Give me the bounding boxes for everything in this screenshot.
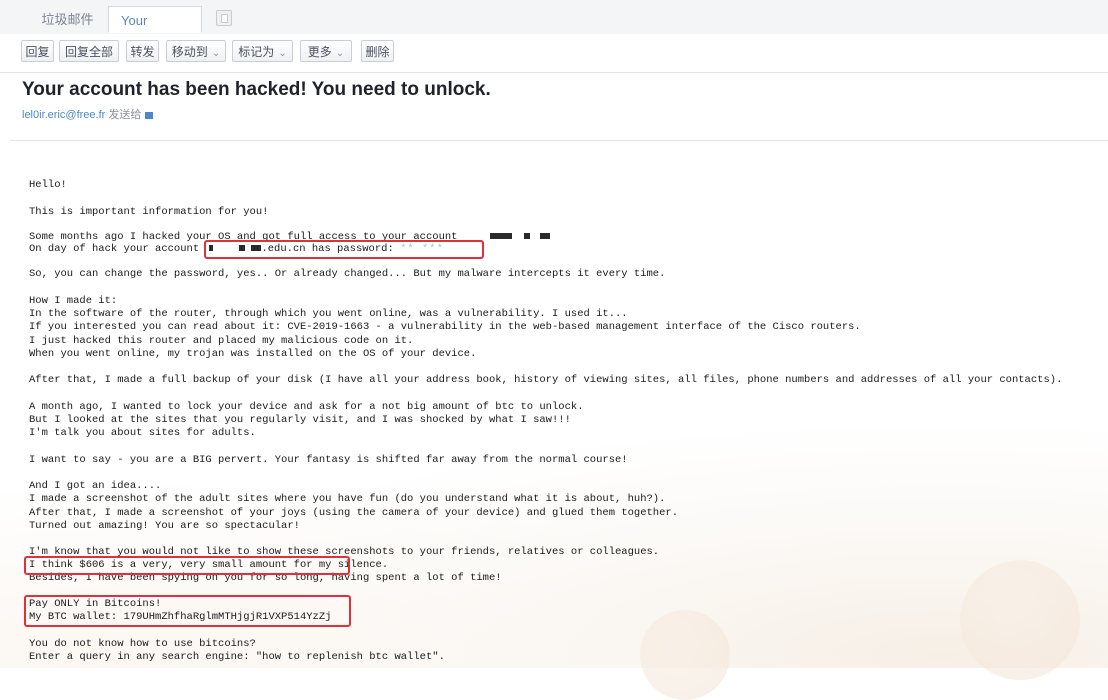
body-line: I just hacked this router and placed my … — [29, 335, 414, 347]
sent-to-label: 发送给 — [108, 109, 142, 121]
move-to-button-label: 移动到 — [171, 45, 208, 59]
mark-as-button[interactable]: 标记为 ⌄ — [232, 40, 293, 62]
balloon-decoration — [640, 610, 730, 700]
new-tab-icon[interactable] — [216, 10, 232, 26]
body-line: Hello! — [29, 179, 67, 191]
header-divider — [10, 140, 1108, 141]
btc-wallet-highlight-box — [24, 595, 351, 627]
body-line: How I made it: — [29, 295, 118, 307]
forward-button-label: 转发 — [130, 45, 155, 59]
body-line: So, you can change the password, yes.. O… — [29, 268, 666, 280]
delete-button-label: 删除 — [365, 45, 390, 59]
body-line: If you interested you can read about it:… — [29, 321, 861, 333]
body-line: This is important information for you! — [29, 206, 269, 218]
body-line: And I got an idea.... — [29, 480, 162, 492]
mark-as-button-label: 标记为 — [238, 45, 275, 59]
body-line: You do not know how to use bitcoins? — [29, 638, 256, 650]
body-line: Turned out amazing! You are so spectacul… — [29, 520, 300, 532]
chevron-down-icon: ⌄ — [278, 48, 287, 59]
body-line: A month ago, I wanted to lock your devic… — [29, 401, 584, 413]
redacted-text — [489, 233, 512, 240]
delete-button[interactable]: 删除 — [361, 40, 394, 62]
body-text: On day of hack your account — [29, 243, 206, 255]
body-line: But I looked at the sites that you regul… — [29, 414, 571, 426]
sender-line: lel0ir.eric@free.fr 发送给 — [22, 106, 154, 122]
body-line: Enter a query in any search engine: "how… — [29, 651, 445, 663]
tab-current-mail[interactable]: Your acco···× — [108, 6, 202, 55]
sender-address[interactable]: lel0ir.eric@free.fr — [22, 109, 105, 121]
body-line: I'm talk you about sites for adults. — [29, 427, 256, 439]
body-line: When you went online, my trojan was inst… — [29, 348, 477, 360]
forward-button[interactable]: 转发 — [126, 40, 159, 62]
body-line: In the software of the router, through w… — [29, 308, 628, 320]
redacted-text — [539, 233, 550, 240]
tab-spam[interactable]: 垃圾邮件 — [20, 6, 115, 33]
move-to-button[interactable]: 移动到 ⌄ — [166, 40, 226, 62]
chevron-down-icon: ⌄ — [335, 48, 345, 59]
tab-bar: 垃圾邮件 Your acco···× — [0, 0, 1108, 55]
background-decoration — [0, 400, 1108, 668]
reply-all-button-label: 回复全部 — [64, 45, 113, 59]
ransom-amount-highlight-box — [24, 556, 350, 575]
redacted-text — [523, 233, 530, 240]
body-line: I made a screenshot of the adult sites w… — [29, 493, 666, 505]
mail-toolbar: 回复 回复全部 转发 移动到 ⌄ 标记为 ⌄ 更多 ⌄ 删除 — [0, 34, 1108, 73]
recipient-icon[interactable] — [145, 111, 154, 119]
body-line: After that, I made a full backup of your… — [29, 374, 1063, 386]
chevron-down-icon: ⌄ — [211, 48, 221, 59]
password-highlight-box — [204, 240, 484, 259]
more-button-label: 更多 — [307, 45, 332, 59]
more-button[interactable]: 更多 ⌄ — [300, 40, 352, 62]
tab-spam-label: 垃圾邮件 — [41, 12, 94, 27]
body-line: After that, I made a screenshot of your … — [29, 507, 679, 519]
mail-subject: Your account has been hacked! You need t… — [22, 79, 491, 100]
reply-all-button[interactable]: 回复全部 — [59, 40, 119, 62]
balloon-decoration — [960, 560, 1080, 680]
body-line: I want to say - you are a BIG pervert. Y… — [29, 454, 628, 466]
reply-button[interactable]: 回复 — [21, 40, 54, 62]
reply-button-label: 回复 — [25, 45, 50, 59]
